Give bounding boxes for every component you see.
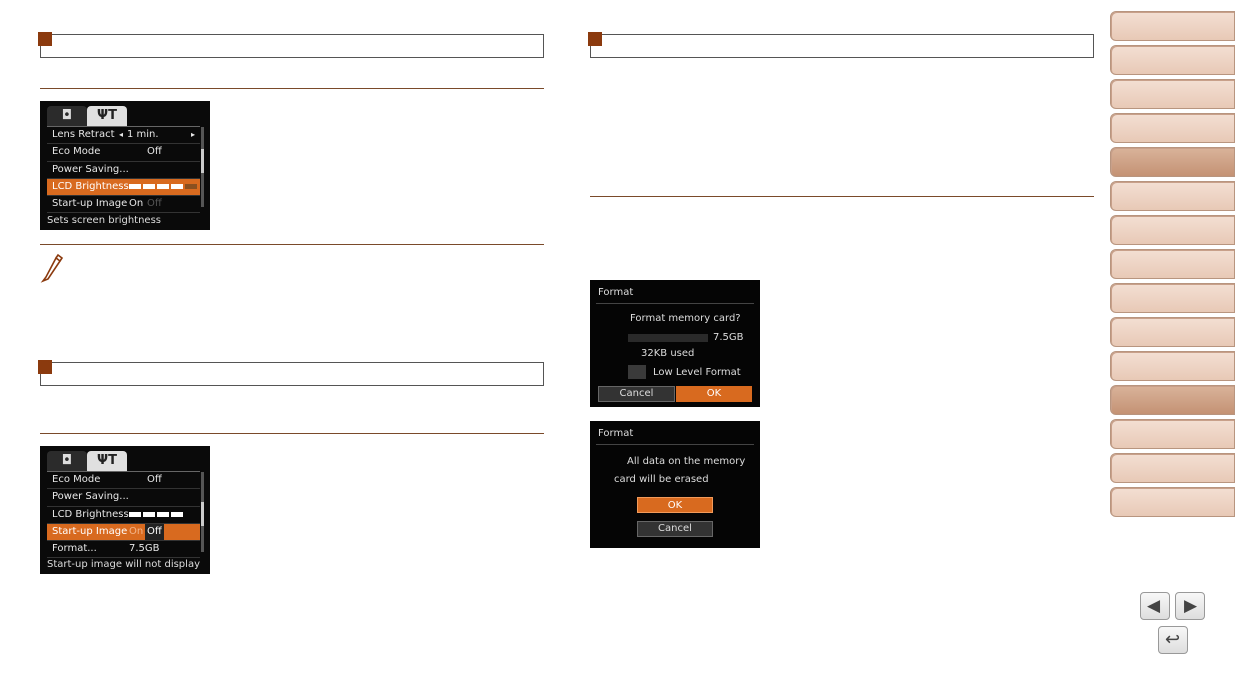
low-level-label: Low Level Format — [653, 367, 741, 378]
back-button[interactable]: ↩ — [1158, 626, 1188, 654]
setup-menu: Eco Mode Off Power Saving... LCD Brightn… — [47, 471, 200, 559]
menu-row-lcd-brightness: LCD Brightness — [47, 507, 200, 524]
ok-button: OK — [637, 497, 713, 513]
scrollbar-thumb — [201, 149, 204, 173]
brightness-bar — [143, 183, 155, 189]
menu-row-power-saving: Power Saving... — [47, 489, 200, 507]
scrollbar — [201, 127, 204, 207]
camera-screen-lcd-brightness: ◘ ΨT Lens Retract ◂ 1 min. ▸ Eco Mode Of… — [40, 101, 210, 230]
sidebar-tab-7[interactable] — [1110, 215, 1235, 245]
capacity-label: 7.5GB — [713, 332, 744, 343]
arrow-left-icon: ◀ — [1147, 596, 1161, 615]
used-label: 32KB used — [641, 348, 695, 359]
menu-row-lcd-brightness: LCD Brightness — [47, 178, 200, 197]
sidebar-tab-1[interactable] — [1110, 11, 1235, 41]
tab-setup: ΨT — [87, 106, 127, 126]
cancel-button: Cancel — [637, 521, 713, 537]
sidebar-tab-12[interactable] — [1110, 385, 1235, 415]
sidebar-tab-2[interactable] — [1110, 45, 1235, 75]
scrollbar — [201, 472, 204, 552]
sidebar-tab-3[interactable] — [1110, 79, 1235, 109]
brightness-bar — [129, 183, 141, 189]
brightness-bar — [171, 183, 183, 189]
next-page-button[interactable]: ▶ — [1175, 592, 1205, 620]
tools-icon: ΨT — [97, 453, 117, 468]
menu-row-eco-mode: Eco Mode Off — [47, 472, 200, 490]
section-marker — [38, 360, 52, 374]
menu-row-startup-image: Start-up Image On Off — [47, 523, 200, 542]
return-arrow-icon: ↩ — [1165, 629, 1181, 649]
dialog-title: Format — [598, 428, 634, 439]
sidebar-tab-5[interactable] — [1110, 147, 1235, 177]
section-header-3 — [588, 32, 1094, 58]
menu-row-lens-retract: Lens Retract ◂ 1 min. ▸ — [47, 127, 200, 145]
screen-footer: Start-up image will not display — [47, 559, 200, 570]
section-marker — [588, 32, 602, 46]
divider — [40, 433, 544, 434]
divider — [40, 88, 544, 89]
sidebar-tab-13[interactable] — [1110, 419, 1235, 449]
dialog-title: Format — [598, 287, 634, 298]
tab-shooting: ◘ — [47, 106, 87, 126]
menu-row-eco-mode: Eco Mode Off — [47, 144, 200, 162]
menu-row-startup-image: Start-up Image On Off — [47, 196, 200, 214]
brightness-bar — [185, 183, 197, 189]
sidebar-tab-4[interactable] — [1110, 113, 1235, 143]
prev-page-button[interactable]: ◀ — [1140, 592, 1170, 620]
warning-line-1: All data on the memory — [627, 456, 746, 467]
section-header-2 — [38, 360, 544, 386]
chevron-right-icon: ▸ — [190, 130, 195, 139]
cancel-button: Cancel — [598, 386, 675, 402]
arrow-right-icon: ▶ — [1184, 596, 1198, 615]
divider — [596, 303, 754, 304]
format-question: Format memory card? — [630, 313, 741, 324]
capacity-bar — [628, 334, 708, 342]
brightness-bar — [143, 511, 155, 517]
scrollbar-thumb — [201, 502, 204, 526]
menu-row-format: Format... 7.5GB — [47, 541, 200, 559]
format-dialog-warning: Format All data on the memory card will … — [590, 421, 760, 548]
setup-menu: Lens Retract ◂ 1 min. ▸ Eco Mode Off Pow… — [47, 126, 200, 214]
menu-row-power-saving: Power Saving... — [47, 162, 200, 179]
brightness-bar — [129, 511, 141, 517]
tab-shooting: ◘ — [47, 451, 87, 471]
section-header-1 — [38, 32, 544, 58]
sidebar-tab-9[interactable] — [1110, 283, 1235, 313]
ok-button: OK — [676, 386, 752, 402]
sidebar-tab-8[interactable] — [1110, 249, 1235, 279]
brightness-bar — [157, 511, 169, 517]
sidebar-tab-11[interactable] — [1110, 351, 1235, 381]
low-level-checkbox — [628, 365, 646, 379]
pencil-note-icon — [40, 253, 64, 283]
chevron-left-icon: ◂ — [119, 130, 124, 139]
camera-icon: ◘ — [61, 453, 73, 468]
divider — [590, 196, 1094, 197]
camera-icon: ◘ — [61, 108, 73, 123]
divider — [596, 444, 754, 445]
sidebar-tab-10[interactable] — [1110, 317, 1235, 347]
tab-setup: ΨT — [87, 451, 127, 471]
brightness-bar — [157, 183, 169, 189]
brightness-bar — [171, 511, 183, 517]
warning-line-2: card will be erased — [614, 474, 709, 485]
section-marker — [38, 32, 52, 46]
tools-icon: ΨT — [97, 108, 117, 123]
divider — [40, 244, 544, 245]
sidebar-tab-15[interactable] — [1110, 487, 1235, 517]
format-dialog-confirm: Format Format memory card? 7.5GB 32KB us… — [590, 280, 760, 407]
sidebar-tab-6[interactable] — [1110, 181, 1235, 211]
screen-footer: Sets screen brightness — [47, 215, 161, 226]
camera-screen-startup-image: ◘ ΨT Eco Mode Off Power Saving... LCD Br… — [40, 446, 210, 574]
sidebar-tab-14[interactable] — [1110, 453, 1235, 483]
